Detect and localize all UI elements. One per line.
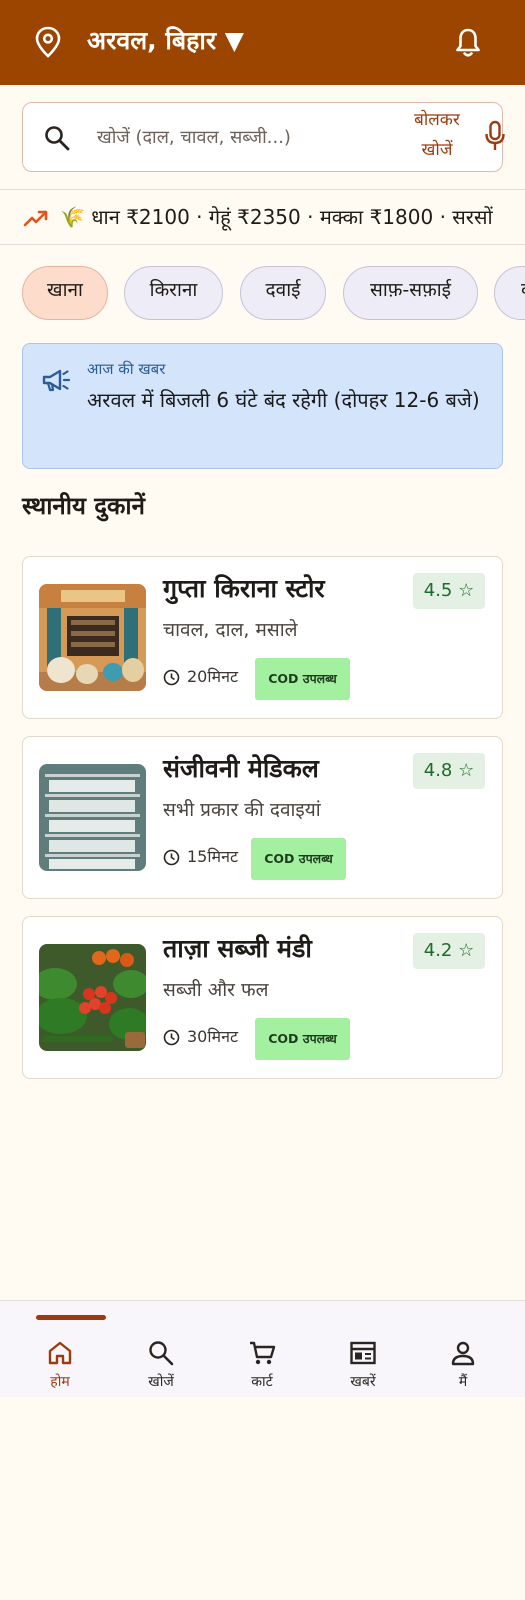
category-chips: खाना किराना दवाई साफ़-सफ़ाई व bbox=[0, 266, 525, 322]
cod-badge: COD उपलब्ध bbox=[255, 1018, 350, 1060]
nav-label: मैं bbox=[458, 1374, 468, 1390]
nav-news[interactable]: खबरें bbox=[313, 1301, 413, 1398]
bottom-navigation: होम खोजें कार्ट खबरें मैं bbox=[0, 1300, 525, 1397]
shop-card[interactable]: ताज़ा सब्जी मंडी सब्जी और फल 4.2 ☆ 30मिन… bbox=[22, 916, 503, 1079]
rating-badge: 4.8 ☆ bbox=[413, 753, 485, 789]
top-app-bar: अरवल, बिहार ▼ bbox=[0, 0, 525, 85]
nav-cart[interactable]: कार्ट bbox=[212, 1301, 312, 1398]
search-bar[interactable]: बोलकर खोजें bbox=[22, 102, 503, 172]
shop-card[interactable]: संजीवनी मेडिकल सभी प्रकार की दवाइयां 4.8… bbox=[22, 736, 503, 899]
nav-label: खोजें bbox=[148, 1374, 174, 1390]
rating-badge: 4.5 ☆ bbox=[413, 573, 485, 609]
home-icon bbox=[48, 1341, 72, 1365]
trending-up-icon bbox=[23, 210, 48, 227]
shop-card[interactable]: गुप्ता किराना स्टोर चावल, दाल, मसाले 4.5… bbox=[22, 556, 503, 719]
mic-icon[interactable] bbox=[484, 120, 506, 152]
rating-badge: 4.2 ☆ bbox=[413, 933, 485, 969]
chip-more[interactable]: व bbox=[494, 266, 525, 320]
voice-search-label[interactable]: बोलकर खोजें bbox=[403, 105, 471, 165]
delivery-time: 15मिनट bbox=[187, 847, 239, 866]
location-selector[interactable]: अरवल, बिहार ▼ bbox=[87, 24, 244, 58]
search-icon bbox=[45, 126, 70, 151]
shop-desc: चावल, दाल, मसाले bbox=[163, 619, 298, 641]
search-icon bbox=[149, 1341, 174, 1366]
chip-dawai[interactable]: दवाई bbox=[240, 266, 326, 320]
nav-label: कार्ट bbox=[251, 1374, 273, 1390]
section-title: स्थानीय दुकानें bbox=[22, 492, 145, 520]
shop-name: ताज़ा सब्जी मंडी bbox=[163, 934, 312, 963]
vegetables-image bbox=[39, 944, 146, 1051]
shop-desc: सब्जी और फल bbox=[163, 979, 269, 1001]
nav-home[interactable]: होम bbox=[10, 1301, 110, 1398]
megaphone-icon bbox=[42, 369, 71, 392]
clock-icon bbox=[163, 1029, 180, 1046]
mandi-price-ticker: 🌾 धान ₹2100 · गेहूं ₹2350 · मक्का ₹1800 … bbox=[0, 189, 525, 245]
profile-icon bbox=[451, 1341, 475, 1366]
bell-icon[interactable] bbox=[453, 27, 483, 59]
news-body: अरवल में बिजली 6 घंटे बंद रहेगी (दोपहर 1… bbox=[87, 388, 480, 412]
shop-name: संजीवनी मेडिकल bbox=[163, 754, 319, 783]
news-icon bbox=[350, 1341, 376, 1365]
nav-label: होम bbox=[50, 1374, 70, 1390]
cod-badge: COD उपलब्ध bbox=[255, 658, 350, 700]
delivery-time: 20मिनट bbox=[187, 667, 239, 686]
ticker-text: 🌾 धान ₹2100 · गेहूं ₹2350 · मक्का ₹1800 … bbox=[60, 205, 493, 229]
clock-icon bbox=[163, 669, 180, 686]
cod-badge: COD उपलब्ध bbox=[251, 838, 346, 880]
delivery-time: 30मिनट bbox=[187, 1027, 239, 1046]
nav-search[interactable]: खोजें bbox=[111, 1301, 211, 1398]
news-title: आज की खबर bbox=[87, 360, 166, 378]
cart-icon bbox=[250, 1341, 276, 1365]
search-input[interactable] bbox=[97, 117, 387, 157]
nav-label: खबरें bbox=[350, 1374, 376, 1390]
chip-khana[interactable]: खाना bbox=[22, 266, 108, 320]
news-banner[interactable]: आज की खबर अरवल में बिजली 6 घंटे बंद रहेग… bbox=[22, 343, 503, 469]
shop-name: गुप्ता किराना स्टोर bbox=[163, 574, 325, 603]
nav-profile[interactable]: मैं bbox=[413, 1301, 513, 1398]
medical-shelves-image bbox=[39, 764, 146, 871]
location-pin-icon[interactable] bbox=[34, 26, 62, 58]
shop-desc: सभी प्रकार की दवाइयां bbox=[163, 799, 321, 821]
chip-kirana[interactable]: किराना bbox=[124, 266, 223, 320]
active-indicator bbox=[36, 1315, 106, 1320]
app-root: अरवल, बिहार ▼ बोलकर खोजें 🌾 धान ₹2100 · … bbox=[0, 0, 525, 1600]
grocery-store-image bbox=[39, 584, 146, 691]
chip-safai[interactable]: साफ़-सफ़ाई bbox=[343, 266, 478, 320]
clock-icon bbox=[163, 849, 180, 866]
